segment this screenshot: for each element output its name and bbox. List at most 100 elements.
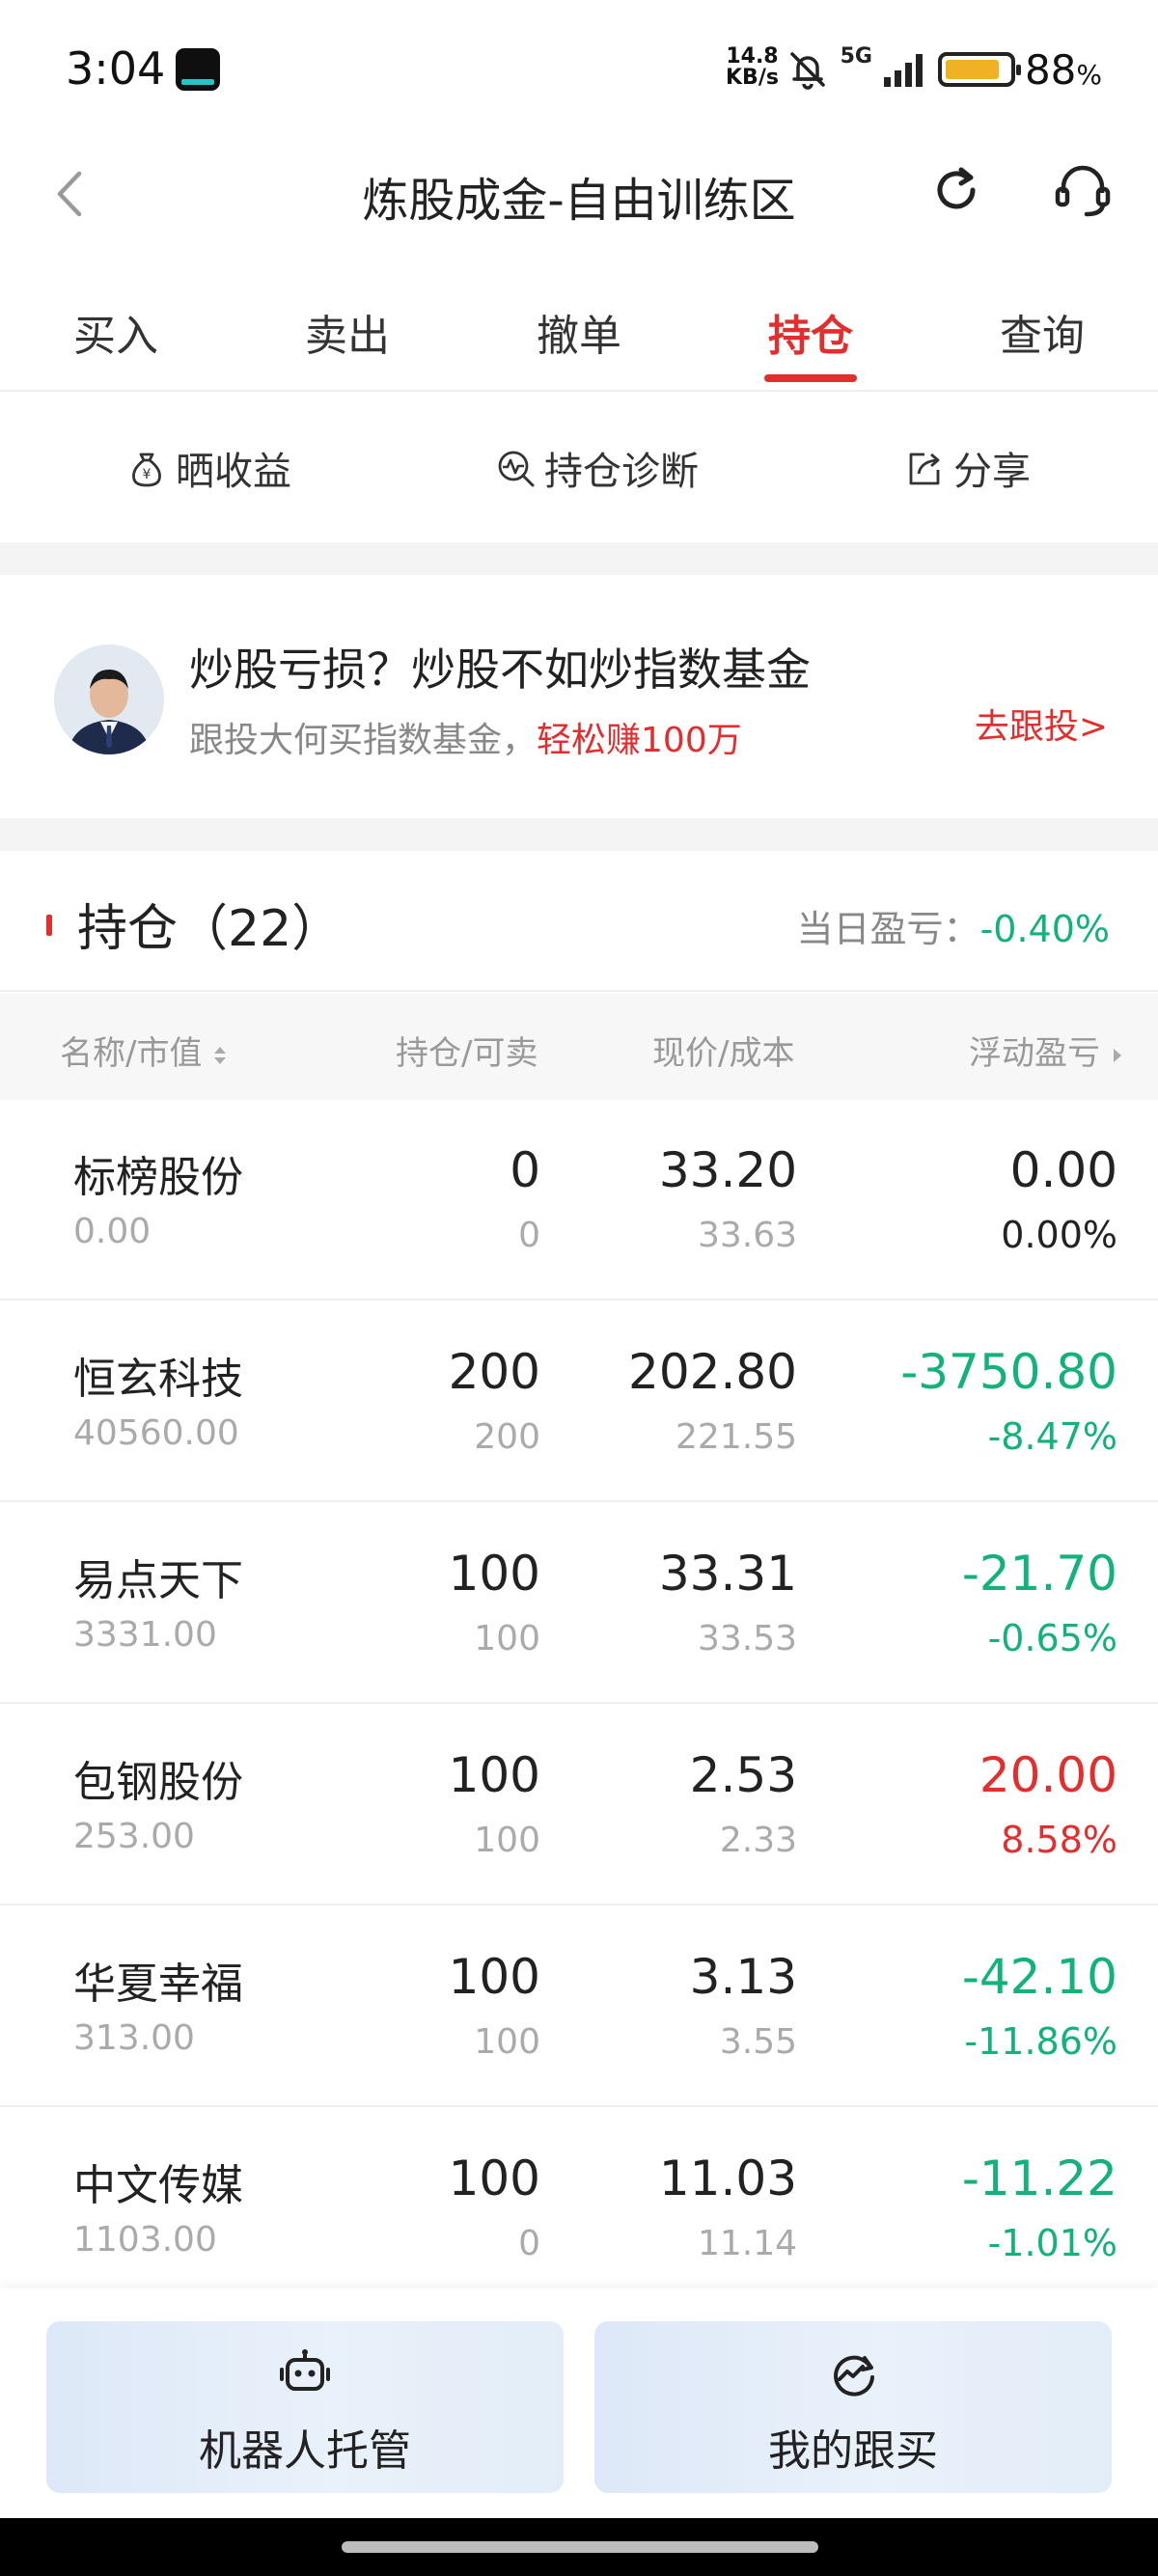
toggle-floating-pnl[interactable]: 浮动盈亏 (969, 1027, 1124, 1074)
bottom-action-bar: 机器人托管 我的跟买 (0, 2288, 1158, 2510)
customer-service-icon[interactable] (1052, 160, 1114, 222)
network-speed: 14.8 KB/s (726, 44, 779, 90)
stock-name: 华夏幸福 (73, 1959, 243, 2009)
status-bar: 3:04 14.8 KB/s 5G 88% (0, 0, 1158, 135)
cost-price: 2.33 (719, 1821, 797, 1860)
floating-pnl-percent: -11.86% (964, 2020, 1117, 2063)
available-qty: 100 (474, 1619, 540, 1658)
app-icon (176, 48, 220, 91)
holding-row[interactable]: 标榜股份 0.00 0 0 33.20 33.63 0.00 0.00% (0, 1100, 1158, 1301)
holdings-title: 持仓（22） (77, 900, 343, 958)
holding-diagnosis-button[interactable]: 持仓诊断 (494, 440, 699, 496)
floating-pnl: -3750.80 (900, 1344, 1117, 1400)
app-screen: 3:04 14.8 KB/s 5G 88% 炼股成金-自由训练区 买入 卖出 撤… (0, 0, 1158, 2576)
current-price: 11.03 (658, 2151, 797, 2206)
holdings-column-header: 名称/市值 持仓/可卖 现价/成本 浮动盈亏 (0, 994, 1158, 1100)
position-qty: 100 (448, 2151, 540, 2206)
position-qty: 200 (448, 1344, 540, 1400)
current-price: 3.13 (689, 1949, 797, 2005)
stock-name: 中文传媒 (73, 2161, 243, 2210)
current-price: 2.53 (689, 1747, 797, 1803)
robot-custody-label: 机器人托管 (199, 2426, 411, 2476)
market-value: 0.00 (73, 1212, 152, 1251)
available-qty: 0 (518, 1216, 540, 1255)
sort-by-name-market-value[interactable]: 名称/市值 (60, 1027, 228, 1074)
section-divider (0, 818, 1158, 851)
cost-price: 11.14 (697, 2224, 797, 2263)
bell-muted-icon (789, 52, 825, 90)
market-value: 1103.00 (73, 2220, 217, 2260)
title-bar: 炼股成金-自由训练区 (0, 135, 1158, 251)
market-value: 253.00 (73, 1817, 195, 1856)
floating-pnl: -11.22 (961, 2151, 1117, 2206)
market-value: 40560.00 (73, 1413, 239, 1453)
battery-icon (937, 52, 1021, 87)
refresh-icon[interactable] (928, 162, 984, 218)
my-follow-buy-label: 我的跟买 (768, 2426, 938, 2476)
diagnosis-icon (498, 451, 535, 487)
my-follow-buy-button[interactable]: 我的跟买 (594, 2321, 1112, 2493)
tab-buy[interactable]: 买入 (48, 301, 183, 363)
holding-row[interactable]: 包钢股份 253.00 100 100 2.53 2.33 20.00 8.58… (0, 1705, 1158, 1905)
position-qty: 0 (510, 1142, 540, 1198)
daily-pnl: 当日盈亏：-0.40% (796, 908, 1110, 950)
floating-pnl-percent: -1.01% (987, 2222, 1117, 2264)
holding-row[interactable]: 华夏幸福 313.00 100 100 3.13 3.55 -42.10 -11… (0, 1906, 1158, 2107)
floating-pnl-percent: -0.65% (987, 1617, 1117, 1659)
floating-pnl: 20.00 (979, 1747, 1117, 1803)
signal-icon (883, 54, 923, 87)
home-gesture-bar[interactable] (342, 2541, 818, 2553)
follow-invest-link[interactable]: 去跟投> (975, 699, 1108, 749)
position-qty: 100 (448, 1949, 540, 2005)
show-profit-button[interactable]: ¥ 晒收益 (125, 440, 291, 496)
holding-row[interactable]: 恒玄科技 40560.00 200 200 202.80 221.55 -375… (0, 1302, 1158, 1502)
active-tab-indicator (764, 374, 857, 382)
tab-cancel-order[interactable]: 撤单 (511, 301, 647, 363)
cost-price: 33.63 (697, 1216, 797, 1255)
holding-diagnosis-label: 持仓诊断 (544, 450, 699, 494)
holdings-header: 持仓（22） 当日盈亏：-0.40% (0, 851, 1158, 992)
tab-holdings[interactable]: 持仓 (743, 301, 878, 363)
promo-subtitle: 跟投大何买指数基金，轻松赚100万 (189, 721, 742, 760)
show-profit-label: 晒收益 (176, 450, 291, 494)
current-price: 33.20 (658, 1142, 797, 1198)
column-position-available: 持仓/可卖 (396, 1034, 538, 1073)
tab-sell[interactable]: 卖出 (280, 301, 415, 363)
floating-pnl-percent: 8.58% (1001, 1819, 1117, 1861)
available-qty: 100 (474, 2022, 540, 2062)
floating-pnl: 0.00 (1009, 1142, 1117, 1198)
available-qty: 100 (474, 1821, 540, 1860)
market-value: 3331.00 (73, 1615, 217, 1655)
stock-name: 易点天下 (73, 1556, 243, 1605)
tab-query[interactable]: 查询 (975, 301, 1110, 363)
promo-banner[interactable]: 炒股亏损？炒股不如炒指数基金 跟投大何买指数基金，轻松赚100万 去跟投> (0, 575, 1158, 818)
current-price: 202.80 (628, 1344, 797, 1400)
share-button[interactable]: 分享 (903, 440, 1031, 496)
stock-name: 恒玄科技 (73, 1355, 243, 1404)
column-price-cost: 现价/成本 (652, 1034, 795, 1073)
available-qty: 200 (474, 1417, 540, 1457)
system-nav-bar (0, 2518, 1158, 2576)
follow-trend-icon (834, 2355, 874, 2397)
robot-custody-button[interactable]: 机器人托管 (46, 2321, 564, 2493)
section-marker (46, 915, 52, 936)
page-title: 炼股成金-自由训练区 (362, 174, 796, 228)
promo-title: 炒股亏损？炒股不如炒指数基金 (189, 644, 811, 696)
avatar (54, 644, 164, 754)
battery-percent: 88% (1024, 45, 1102, 94)
floating-pnl-percent: 0.00% (1001, 1214, 1117, 1256)
floating-pnl: -21.70 (961, 1546, 1117, 1602)
cost-price: 221.55 (676, 1417, 797, 1457)
holding-row[interactable]: 中文传媒 1103.00 100 0 11.03 11.14 -11.22 -1… (0, 2108, 1158, 2288)
holding-row[interactable]: 易点天下 3331.00 100 100 33.31 33.53 -21.70 … (0, 1503, 1158, 1704)
stock-name: 标榜股份 (73, 1153, 243, 1202)
status-time: 3:04 (66, 42, 166, 95)
share-icon (909, 452, 940, 485)
money-bag-icon: ¥ (132, 452, 161, 487)
market-value: 313.00 (73, 2018, 195, 2058)
trade-tabs: 买入 卖出 撤单 持仓 查询 (0, 280, 1158, 392)
cost-price: 3.55 (719, 2022, 797, 2062)
position-qty: 100 (448, 1546, 540, 1602)
position-qty: 100 (448, 1747, 540, 1803)
cost-price: 33.53 (697, 1619, 797, 1658)
